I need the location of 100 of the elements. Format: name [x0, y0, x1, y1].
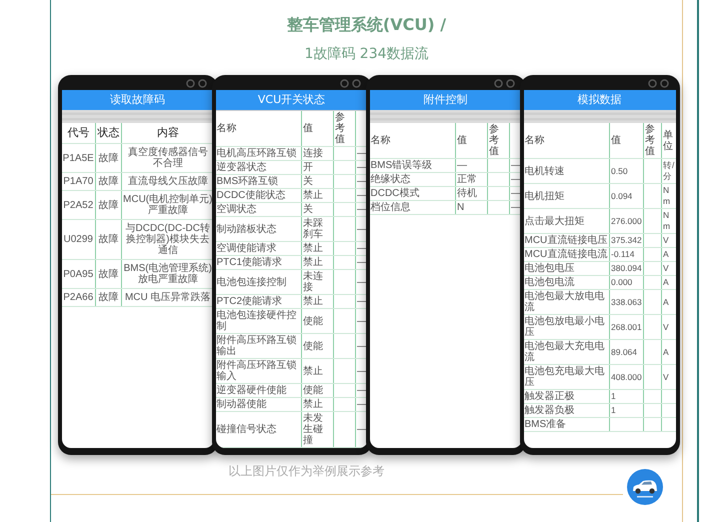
table-cell: 点击最大扭矩 [524, 208, 610, 234]
table-cell: 连接 [302, 146, 334, 160]
table-cell: 禁止 [302, 358, 334, 384]
table-cell: 408.000 [610, 364, 644, 390]
table-cell: 电池包放电最小电压 [524, 314, 610, 340]
column-header: 名称 [216, 111, 302, 146]
table-cell: 未踩刹车 [302, 216, 334, 242]
table-cell: 禁止 [302, 188, 334, 202]
table-cell: P1A70 [62, 172, 96, 190]
table-cell: V [662, 364, 676, 390]
camera-icon [648, 79, 670, 88]
column-header: 参考值 [488, 123, 510, 158]
table-cell: A [662, 340, 676, 364]
table-cell: 未发生碰撞 [302, 412, 334, 448]
caption-text: 以上图片仅作为举例展示参考 [228, 463, 384, 479]
table-cell: V [662, 234, 676, 248]
table-cell: 禁止 [302, 294, 334, 308]
table-cell: BMS环路互锁 [216, 174, 302, 188]
table-cell: 故障 [96, 260, 122, 288]
table-cell: A [662, 248, 676, 262]
table-cell: 电池包电压 [524, 262, 610, 276]
table-cell: P2A52 [62, 190, 96, 220]
page-subtitle: 1故障码 234数据流 [304, 45, 429, 63]
app-title-bar: 附件控制 [370, 90, 522, 110]
table-cell: 碰撞信号状态 [216, 412, 302, 448]
column-header: 单位 [662, 123, 676, 158]
column-header: 代号 [62, 123, 96, 144]
table-cell: 电池包连接硬件控制 [216, 308, 302, 334]
table-cell: P0A95 [62, 260, 96, 288]
table-cell: BMS错误等级 [370, 158, 456, 172]
table-cell: 380.094 [610, 262, 644, 276]
table-cell: 1 [610, 404, 644, 418]
table-cell: PTC2使能请求 [216, 294, 302, 308]
table-cell: 制动器使能 [216, 398, 302, 412]
table-cell: MCU直流链接电压 [524, 234, 610, 248]
column-header: 值 [610, 123, 644, 158]
table-cell: 电池包电流 [524, 276, 610, 290]
table-cell: 触发器负极 [524, 404, 610, 418]
table-cell: 附件高压环路互锁输入 [216, 358, 302, 384]
table-cell: 空调状态 [216, 202, 302, 216]
column-header: 值 [456, 123, 488, 158]
app-title-bar: 读取故障码 [62, 90, 214, 110]
table-cell: 禁止 [302, 398, 334, 412]
table-cell: 276.000 [610, 208, 644, 234]
table-cell: 电机高压环路互锁 [216, 146, 302, 160]
camera-icon [340, 79, 362, 88]
table-cell: 未连接 [302, 270, 334, 294]
table-cell: PTC1使能请求 [216, 256, 302, 270]
table-cell: 375.342 [610, 234, 644, 248]
table-cell: P1A5E [62, 144, 96, 172]
table-cell: V [662, 262, 676, 276]
table-cell: 89.064 [610, 340, 644, 364]
table-cell: 绝缘状态 [370, 172, 456, 186]
table-cell: DCDC使能状态 [216, 188, 302, 202]
table-cell: MCU直流链接电流 [524, 248, 610, 262]
column-header: 参考值 [334, 111, 356, 146]
table-cell: 使能 [302, 384, 334, 398]
table-cell: 开 [302, 160, 334, 174]
table-cell: 电池包连接控制 [216, 270, 302, 294]
camera-icon [494, 79, 516, 88]
column-header: 参考值 [644, 123, 662, 158]
table-cell: 待机 [456, 186, 488, 200]
column-header: 名称 [524, 123, 610, 158]
table-cell: 电池包最大充电电流 [524, 340, 610, 364]
table-cell: -0.114 [610, 248, 644, 262]
table-cell: P2A66 [62, 288, 96, 306]
table-cell: 制动踏板状态 [216, 216, 302, 242]
table-cell: 关 [302, 202, 334, 216]
table-cell: 0.000 [610, 276, 644, 290]
table-cell: Nm [662, 208, 676, 234]
table-cell: 268.001 [610, 314, 644, 340]
table-cell: BMS准备 [524, 418, 610, 432]
table-cell: 附件高压环路互锁输出 [216, 334, 302, 358]
table-cell: 电池包充电最大电压 [524, 364, 610, 390]
table-cell: 1 [610, 390, 644, 404]
table-cell: 使能 [302, 308, 334, 334]
table-cell: 禁止 [302, 242, 334, 256]
table-cell: 338.063 [610, 290, 644, 314]
table-cell: 故障 [96, 144, 122, 172]
table-cell: 故障 [96, 172, 122, 190]
car-logo-icon [627, 469, 663, 505]
app-title-bar: VCU开关状态 [216, 90, 368, 110]
table-cell: 档位信息 [370, 200, 456, 214]
table-cell: A [662, 276, 676, 290]
table-cell: 逆变器状态 [216, 160, 302, 174]
camera-icon [186, 79, 208, 88]
table-cell: 正常 [456, 172, 488, 186]
table-cell: 0.50 [610, 158, 644, 184]
table-cell: U0299 [62, 220, 96, 260]
table-cell: 0.094 [610, 184, 644, 208]
table-cell: 转/分 [662, 158, 676, 184]
table-cell: 电机扭矩 [524, 184, 610, 208]
table-cell: 故障 [96, 190, 122, 220]
table-cell: 故障 [96, 288, 122, 306]
table-cell: 空调使能请求 [216, 242, 302, 256]
table-cell: — [456, 158, 488, 172]
table-cell: 电池包最大放电电流 [524, 290, 610, 314]
table-cell: Nm [662, 184, 676, 208]
table-cell: A [662, 290, 676, 314]
table-cell: 触发器正极 [524, 390, 610, 404]
